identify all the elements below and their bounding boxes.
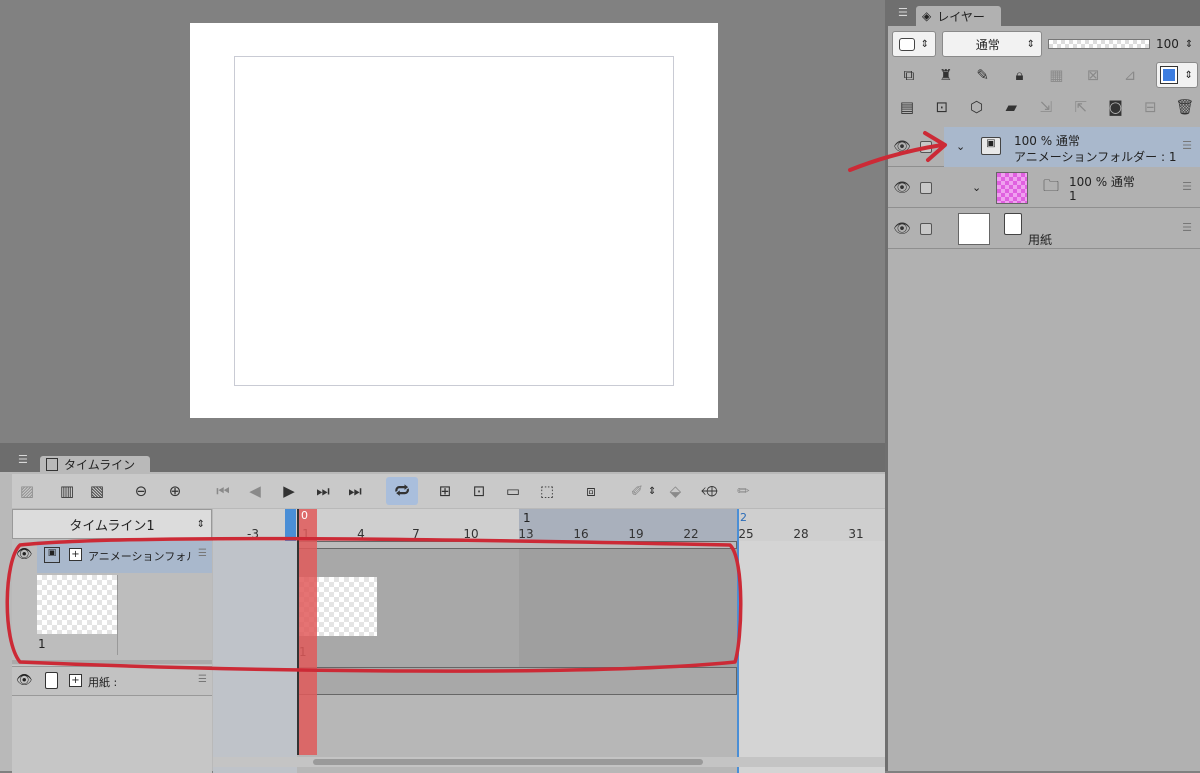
annotation-overlay xyxy=(5,131,947,673)
annotation-circle xyxy=(5,536,743,673)
